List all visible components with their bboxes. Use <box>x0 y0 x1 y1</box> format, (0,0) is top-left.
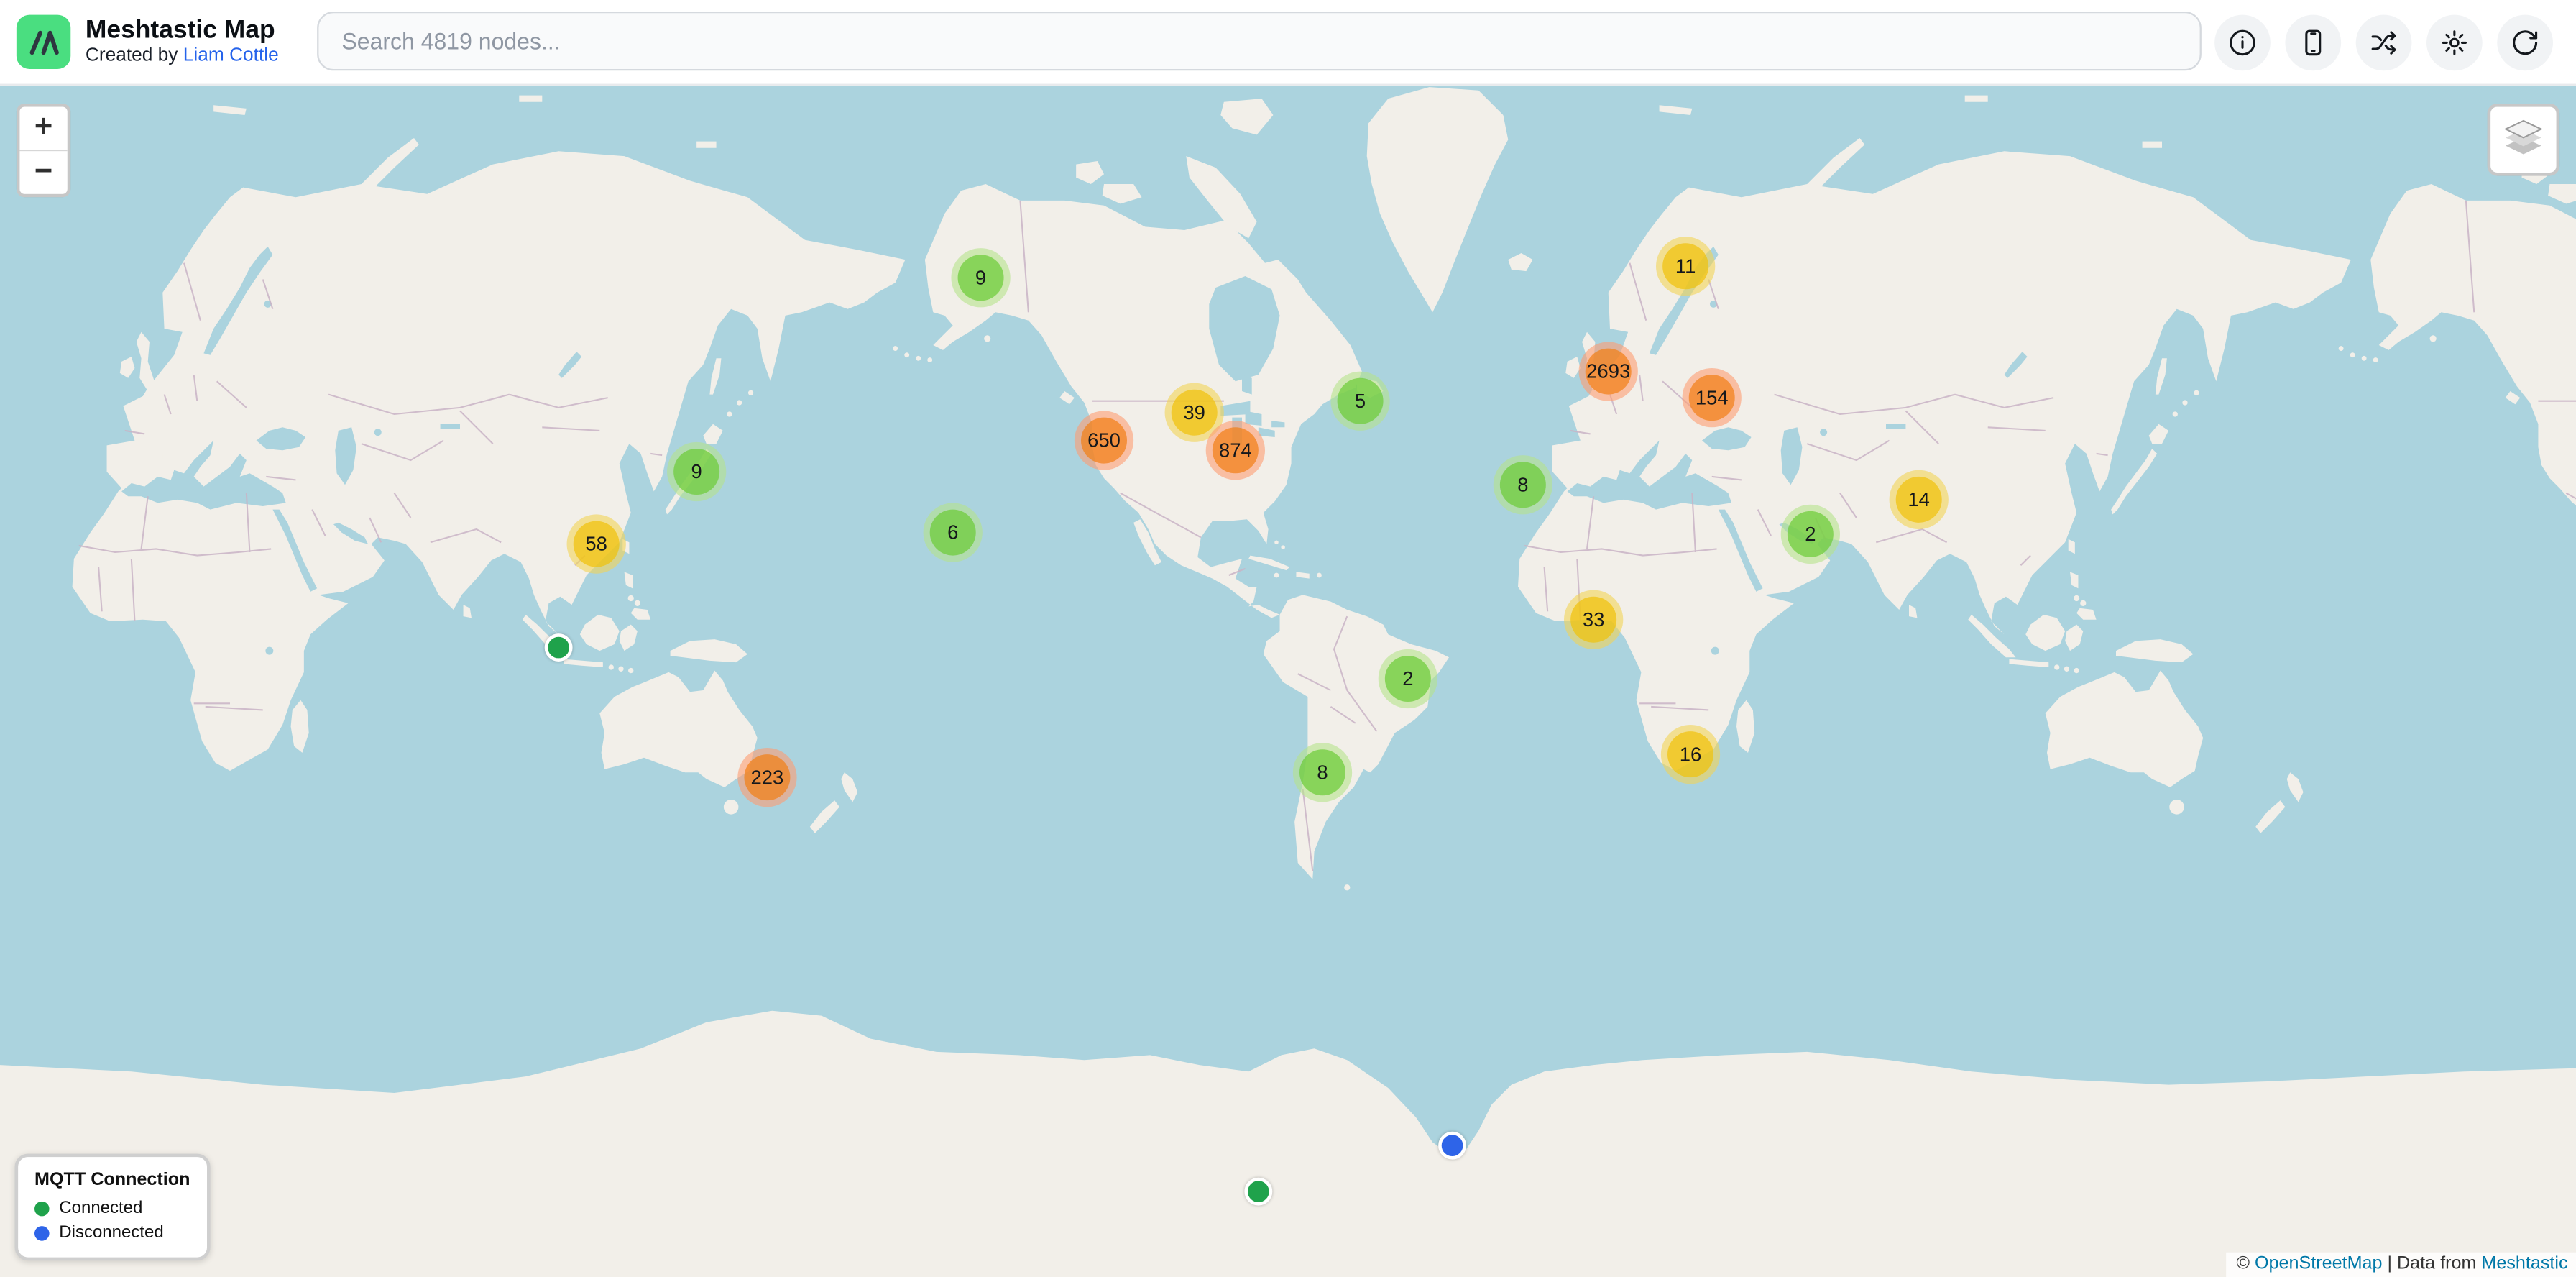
node-marker-connected[interactable] <box>545 633 573 662</box>
cluster-marker[interactable]: 11 <box>1656 237 1715 296</box>
legend-item-connected: Connected <box>34 1198 190 1217</box>
smartphone-icon <box>2299 27 2328 57</box>
meshtastic-link[interactable]: Meshtastic <box>2481 1254 2567 1273</box>
meshtastic-map-app: 939650874526931541182143316282235896 + −… <box>0 0 2576 1277</box>
legend-dot-connected <box>34 1201 50 1216</box>
node-marker-connected[interactable] <box>1244 1178 1272 1206</box>
cluster-marker[interactable]: 874 <box>1206 421 1265 480</box>
zoom-control: + − <box>17 104 70 197</box>
gear-icon <box>2439 27 2469 57</box>
cluster-marker[interactable]: 5 <box>1330 372 1389 431</box>
layers-control[interactable] <box>2488 104 2560 176</box>
cluster-marker[interactable]: 14 <box>1890 470 1949 529</box>
app-header: Meshtastic Map Created by Liam Cottle <box>0 0 2576 86</box>
mobile-app-button[interactable] <box>2285 14 2341 70</box>
settings-button[interactable] <box>2426 14 2483 70</box>
mqtt-legend: MQTT Connection Connected Disconnected <box>15 1154 210 1261</box>
osm-link[interactable]: OpenStreetMap <box>2255 1254 2383 1273</box>
search-input[interactable] <box>317 12 2202 70</box>
legend-dot-disconnected <box>34 1225 50 1240</box>
author-link[interactable]: Liam Cottle <box>183 46 279 65</box>
cluster-marker[interactable]: 2 <box>1781 505 1840 564</box>
node-marker-disconnected[interactable] <box>1438 1132 1466 1160</box>
cluster-marker[interactable]: 223 <box>737 748 796 807</box>
attribution-copyright: © <box>2236 1254 2255 1273</box>
zoom-in-button[interactable]: + <box>19 107 67 152</box>
map-attribution: © OpenStreetMap | Data from Meshtastic <box>2227 1253 2576 1277</box>
random-node-button[interactable] <box>2356 14 2412 70</box>
cluster-marker[interactable]: 9 <box>951 248 1010 307</box>
page-title: Meshtastic Map <box>86 17 279 46</box>
shuffle-icon <box>2369 27 2398 57</box>
cluster-marker[interactable]: 154 <box>1683 368 1742 427</box>
header-buttons <box>2214 0 2553 84</box>
meshtastic-logo-icon <box>17 15 70 69</box>
legend-item-disconnected: Disconnected <box>34 1223 190 1242</box>
info-icon <box>2227 27 2257 57</box>
cluster-marker[interactable]: 8 <box>1494 455 1552 514</box>
cluster-marker[interactable]: 33 <box>1564 590 1623 649</box>
refresh-icon <box>2511 27 2540 57</box>
cluster-marker[interactable]: 650 <box>1075 411 1133 470</box>
cluster-marker[interactable]: 9 <box>667 442 726 501</box>
map-canvas[interactable]: 939650874526931541182143316282235896 + −… <box>0 84 2576 1277</box>
marker-layer: 939650874526931541182143316282235896 <box>0 84 2576 1277</box>
attribution-middle: | Data from <box>2383 1254 2482 1273</box>
legend-title: MQTT Connection <box>34 1170 190 1189</box>
cluster-marker[interactable]: 2693 <box>1579 342 1638 401</box>
cluster-marker[interactable]: 8 <box>1293 743 1352 802</box>
cluster-marker[interactable]: 6 <box>924 503 983 562</box>
cluster-marker[interactable]: 58 <box>567 514 626 573</box>
title-block: Meshtastic Map Created by Liam Cottle <box>86 17 279 68</box>
cluster-marker[interactable]: 2 <box>1379 649 1438 708</box>
zoom-out-button[interactable]: − <box>19 151 67 193</box>
refresh-button[interactable] <box>2497 14 2553 70</box>
byline: Created by Liam Cottle <box>86 46 279 68</box>
layers-icon <box>2502 114 2544 165</box>
cluster-marker[interactable]: 16 <box>1661 725 1720 784</box>
info-button[interactable] <box>2214 14 2271 70</box>
